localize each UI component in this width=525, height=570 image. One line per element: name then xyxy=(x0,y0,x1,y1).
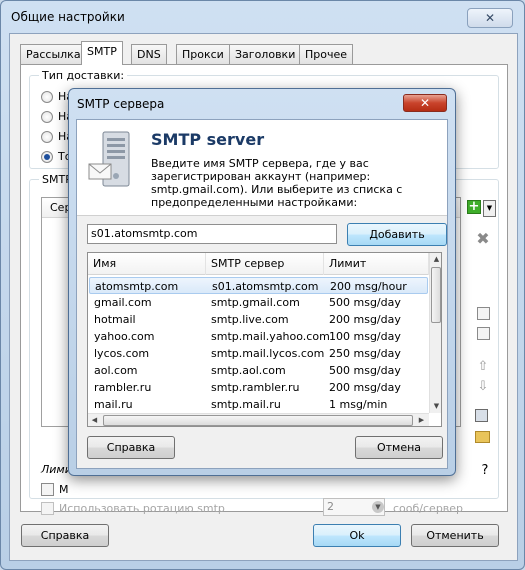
cell-server: smtp.live.com xyxy=(211,313,289,326)
dialog-description: Введите имя SMTP сервера, где у вас заре… xyxy=(151,157,403,209)
help-button[interactable]: Справка xyxy=(21,524,109,547)
cell-name: lycos.com xyxy=(94,347,150,360)
horizontal-scroll-thumb[interactable] xyxy=(103,415,413,426)
per-server-label: сооб/сервер xyxy=(393,502,464,515)
table-row[interactable]: aol.com smtp.aol.com 500 msg/day xyxy=(89,362,428,379)
cell-name: yahoo.com xyxy=(94,330,155,343)
rotation-checkbox[interactable] xyxy=(41,502,54,515)
dialog-title: SMTP сервера xyxy=(77,97,165,111)
delivery-label: Тип доставки: xyxy=(39,69,128,82)
move-up-icon[interactable]: ⇧ xyxy=(475,359,491,375)
dialog-help-button[interactable]: Справка xyxy=(87,436,175,459)
tab-headers[interactable]: Заголовки xyxy=(229,44,302,64)
stepper-down-icon[interactable]: ▼ xyxy=(372,501,384,513)
cell-name: aol.com xyxy=(94,364,138,377)
cell-limit: 100 msg/day xyxy=(329,330,401,343)
table-row[interactable]: mail.ru smtp.mail.ru 1 msg/min xyxy=(89,396,428,413)
column-header-name[interactable]: Имя xyxy=(88,253,206,275)
table-row[interactable]: rambler.ru smtp.rambler.ru 200 msg/day xyxy=(89,379,428,396)
table-row[interactable]: yahoo.com smtp.mail.yahoo.com 100 msg/day xyxy=(89,328,428,345)
dialog-close-button[interactable]: ✕ xyxy=(403,94,447,112)
scroll-up-icon[interactable]: ▲ xyxy=(430,253,441,266)
cell-server: smtp.mail.yahoo.com xyxy=(211,330,330,343)
vertical-scrollbar[interactable]: ▲ ▼ xyxy=(429,253,441,413)
cell-server: smtp.rambler.ru xyxy=(211,381,300,394)
tab-smtp[interactable]: SMTP xyxy=(81,41,123,65)
add-button[interactable]: Добавить xyxy=(347,223,447,246)
save-icon[interactable] xyxy=(475,409,488,422)
vertical-scroll-thumb[interactable] xyxy=(431,267,441,323)
delete-icon[interactable]: ✖ xyxy=(475,231,491,247)
server-icon xyxy=(88,131,130,187)
scroll-right-icon[interactable]: ▶ xyxy=(415,414,428,426)
uncheck-all-icon[interactable] xyxy=(477,327,490,340)
cell-server: smtp.aol.com xyxy=(211,364,286,377)
add-icon[interactable]: + xyxy=(467,200,481,214)
window-title: Общие настройки xyxy=(11,10,125,24)
dialog-client: SMTP server Введите имя SMTP сервера, гд… xyxy=(76,119,448,469)
tab-other[interactable]: Прочее xyxy=(299,44,354,64)
tab-proxy[interactable]: Прокси xyxy=(176,44,230,64)
table-row[interactable]: lycos.com smtp.mail.lycos.com 250 msg/day xyxy=(89,345,428,362)
table-row[interactable]: atomsmtp.com s01.atomsmtp.com 200 msg/hour xyxy=(89,277,428,294)
cell-limit: 500 msg/day xyxy=(329,296,401,309)
check-all-icon[interactable] xyxy=(477,307,490,320)
column-header-server[interactable]: SMTP сервер xyxy=(206,253,324,275)
cell-name: atomsmtp.com xyxy=(95,280,179,293)
cell-name: hotmail xyxy=(94,313,136,326)
column-header-limit[interactable]: Лимит xyxy=(324,253,429,275)
delivery-radio-4[interactable] xyxy=(41,151,53,163)
dropdown-arrow-icon[interactable]: ▼ xyxy=(483,200,496,217)
option-checkbox[interactable] xyxy=(41,483,54,496)
delivery-radio-1[interactable] xyxy=(41,91,53,103)
cell-limit: 250 msg/day xyxy=(329,347,401,360)
table-row[interactable]: hotmail smtp.live.com 200 msg/day xyxy=(89,311,428,328)
cell-name: rambler.ru xyxy=(94,381,152,394)
cell-name: mail.ru xyxy=(94,398,133,411)
scroll-down-icon[interactable]: ▼ xyxy=(430,400,441,413)
delivery-radio-3[interactable] xyxy=(41,131,53,143)
close-button[interactable]: ✕ xyxy=(467,8,513,28)
cell-server: smtp.mail.ru xyxy=(211,398,281,411)
table-header: Имя SMTP сервер Лимит xyxy=(88,253,429,275)
table-row[interactable]: gmail.com smtp.gmail.com 500 msg/day xyxy=(89,294,428,311)
help-icon[interactable]: ? xyxy=(477,463,493,479)
open-folder-icon[interactable] xyxy=(475,431,490,443)
rotation-label: Использовать ротацию smtp xyxy=(59,502,225,515)
cell-limit: 1 msg/min xyxy=(329,398,388,411)
smtp-presets-table: Имя SMTP сервер Лимит atomsmtp.com s01.at… xyxy=(87,252,442,427)
cell-limit: 200 msg/day xyxy=(329,313,401,326)
tab-dns[interactable]: DNS xyxy=(131,44,167,64)
horizontal-scrollbar[interactable]: ◀ ▶ xyxy=(88,413,429,426)
cell-name: gmail.com xyxy=(94,296,152,309)
cell-limit: 200 msg/hour xyxy=(330,280,407,293)
option-checkbox-label: М xyxy=(59,483,69,496)
cell-server: smtp.gmail.com xyxy=(211,296,300,309)
dialog-cancel-button[interactable]: Отмена xyxy=(355,436,443,459)
dialog-heading: SMTP server xyxy=(151,130,265,149)
dialog-header: SMTP server Введите имя SMTP сервера, гд… xyxy=(77,120,447,216)
smtp-servers-dialog: SMTP сервера ✕ SMTP server Введите имя S… xyxy=(68,88,456,476)
cell-limit: 200 msg/day xyxy=(329,381,401,394)
scroll-left-icon[interactable]: ◀ xyxy=(88,414,101,426)
ok-button[interactable]: Ok xyxy=(313,524,401,547)
cell-server: s01.atomsmtp.com xyxy=(212,280,319,293)
tab-mailing[interactable]: Рассылка xyxy=(20,44,87,64)
cancel-button[interactable]: Отменить xyxy=(411,524,499,547)
smtp-server-input[interactable]: s01.atomsmtp.com xyxy=(87,224,337,244)
delivery-radio-2[interactable] xyxy=(41,111,53,123)
move-down-icon[interactable]: ⇩ xyxy=(475,379,491,395)
cell-limit: 500 msg/day xyxy=(329,364,401,377)
cell-server: smtp.mail.lycos.com xyxy=(211,347,325,360)
